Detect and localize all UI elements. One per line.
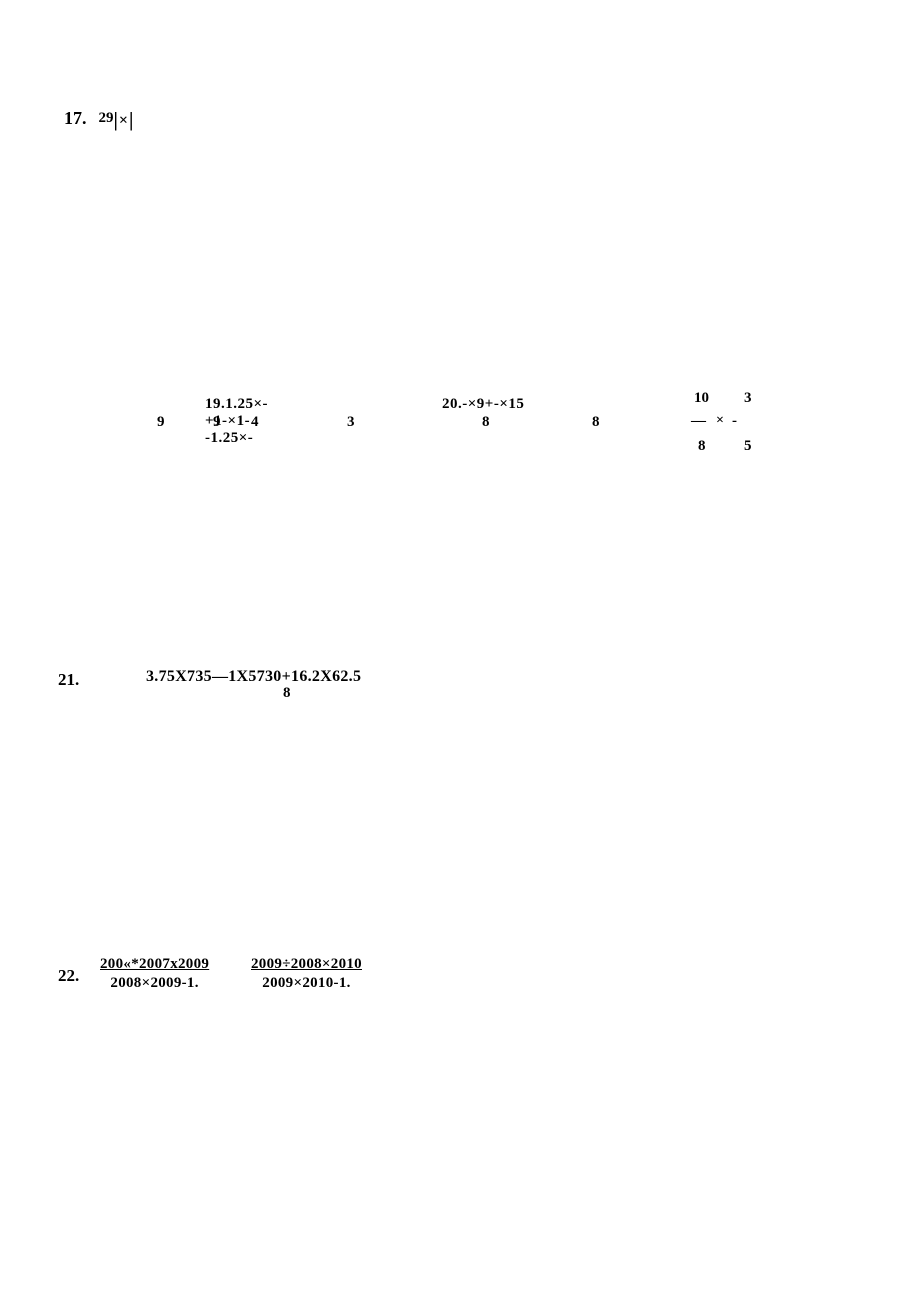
denominator: 4 <box>251 414 259 431</box>
denominator: 8 <box>482 414 490 431</box>
fraction-1: 200«*2007x2009 2008×2009-1. <box>100 956 209 992</box>
times-icon: × <box>716 413 724 429</box>
problem-number: 17. <box>64 108 87 128</box>
times-icon: × <box>119 112 128 130</box>
denominator: 9 <box>157 414 165 431</box>
problem-number: 22. <box>58 966 79 986</box>
fraction-2: 2009÷2008×2010 2009×2010-1. <box>251 956 362 992</box>
abs-bar-left: | <box>114 109 118 132</box>
problem-20: 20.-×9+-×15 8 8 <box>442 396 524 413</box>
problem-17: 17. 29 | × | <box>64 108 133 132</box>
numerator: 3 <box>744 390 752 407</box>
denominator: 8 <box>698 438 706 455</box>
denominator: 9 <box>213 414 221 431</box>
expression: 29 | × | <box>99 109 134 132</box>
denominator: 3 <box>347 414 355 431</box>
denominator: 5 <box>744 438 752 455</box>
dash: - <box>732 413 737 430</box>
subscript: 8 <box>283 685 291 702</box>
problem-number: 21. <box>58 670 79 689</box>
denominator: 8 <box>592 414 600 431</box>
abs-bar-right: | <box>129 109 133 132</box>
expression: 3.75X735—1X5730+16.2X62.5 <box>146 668 361 686</box>
problem-21: 21. 3.75X735—1X5730+16.2X62.5 8 <box>58 670 79 690</box>
denominator: 2009×2010-1. <box>251 975 362 992</box>
expression: 20.-×9+-×15 <box>442 396 524 413</box>
numerator: 200«*2007x2009 <box>100 956 209 973</box>
numerator: 10 <box>694 390 709 407</box>
numerator: 29 <box>99 110 114 127</box>
numerator: 2009÷2008×2010 <box>251 956 362 973</box>
denominator: 2008×2009-1. <box>100 975 209 992</box>
fraction-bar: — <box>691 413 706 430</box>
